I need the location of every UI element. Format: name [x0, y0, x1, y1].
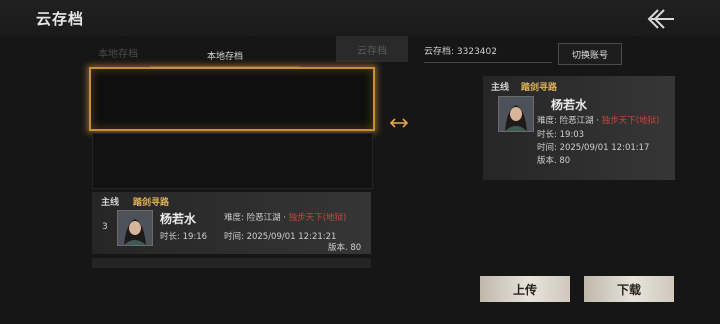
chapter-label: 踏剑寻路	[521, 83, 558, 93]
save-slot-local[interactable]: 主线 踏剑寻路 3 杨若水 时长: 19:16 难度: 险恶江湖 · 独步天下(…	[92, 192, 371, 254]
difficulty-mode: 独步天下(地狱)	[288, 213, 347, 223]
top-bar	[0, 0, 720, 36]
mainline-label: 主线	[101, 198, 120, 208]
cloud-save-card[interactable]: 主线 踏剑寻路 杨若水 难度: 险恶江湖 · 独步天下(地狱) 时长: 19:0…	[483, 76, 675, 180]
difficulty-label: 难度: 险恶江湖 ·	[224, 213, 286, 223]
back-arrow-icon[interactable]	[642, 6, 676, 32]
upload-button[interactable]: 上传	[480, 276, 570, 302]
difficulty: 难度: 险恶江湖 · 独步天下(地狱)	[537, 114, 659, 126]
page-title: 云存档	[36, 10, 85, 28]
difficulty-label: 难度: 险恶江湖 ·	[537, 116, 599, 126]
slot-index: 3	[102, 222, 108, 232]
difficulty-mode: 独步天下(地狱)	[601, 116, 660, 126]
cloud-account-id: 云存档: 3323402	[424, 44, 552, 63]
save-time: 时间: 2025/09/01 12:21:21	[224, 232, 337, 242]
save-slot-selected[interactable]	[89, 67, 375, 131]
tab-local-saves[interactable]: 本地存档	[150, 44, 300, 67]
playtime: 时长: 19:16	[160, 232, 208, 242]
chapter-label: 踏剑寻路	[133, 198, 170, 208]
difficulty: 难度: 险恶江湖 · 独步天下(地狱)	[224, 211, 346, 223]
mainline-label: 主线	[491, 83, 510, 93]
download-button[interactable]: 下载	[584, 276, 674, 302]
save-version: 版本. 80	[328, 243, 362, 253]
tab-cloud-saves[interactable]: 云存档	[336, 36, 408, 62]
character-name: 杨若水	[551, 98, 588, 112]
save-version: 版本. 80	[537, 156, 571, 166]
character-portrait-icon	[498, 96, 534, 132]
playtime: 时长: 19:03	[537, 130, 585, 140]
save-time: 时间: 2025/09/01 12:01:17	[537, 143, 650, 153]
swap-arrows-icon	[389, 118, 409, 128]
character-portrait-icon	[117, 210, 153, 246]
character-name: 杨若水	[160, 212, 197, 226]
save-slot-empty[interactable]	[92, 133, 373, 189]
save-slot-partial[interactable]	[92, 258, 371, 268]
switch-account-button[interactable]: 切换账号	[558, 43, 622, 65]
